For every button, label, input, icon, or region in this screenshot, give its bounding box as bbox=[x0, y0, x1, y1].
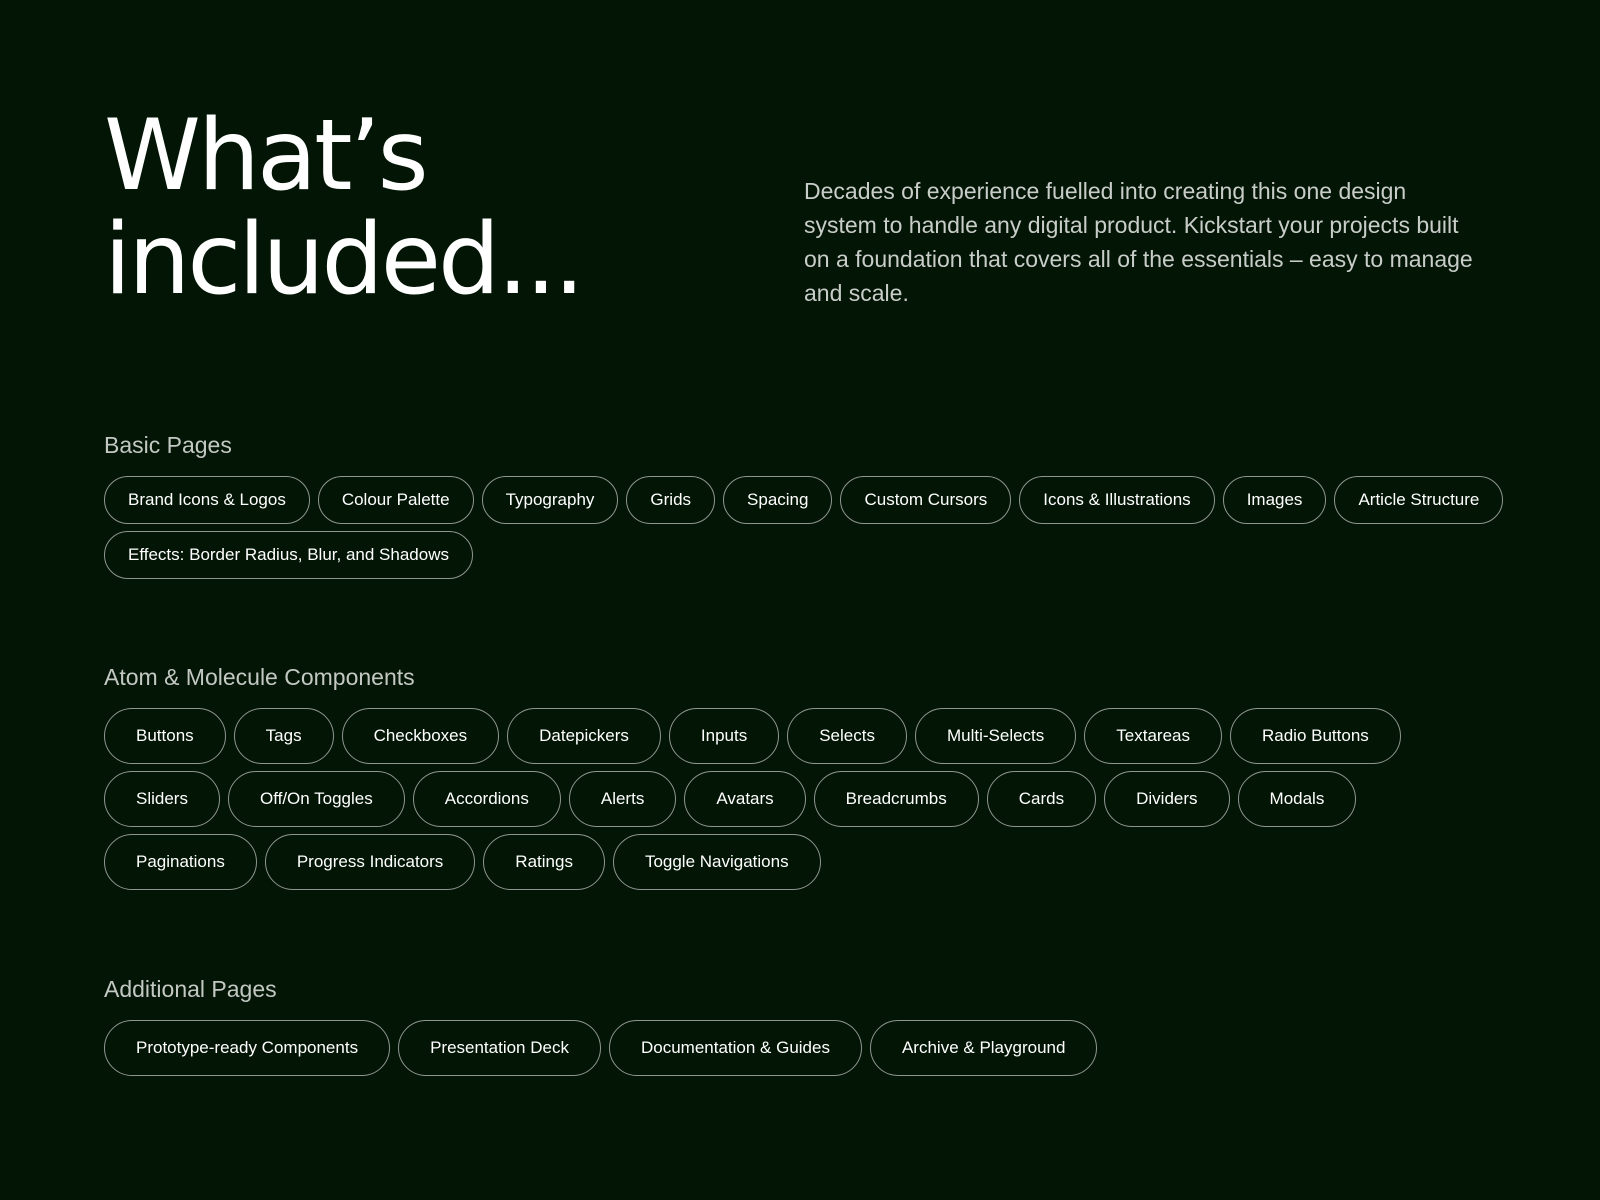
pill-tag[interactable]: Effects: Border Radius, Blur, and Shadow… bbox=[104, 531, 473, 579]
pill-tag[interactable]: Images bbox=[1222, 476, 1327, 524]
pill-tag[interactable]: Archive & Playground bbox=[869, 1020, 1098, 1076]
pill-tag[interactable]: Dividers bbox=[1104, 771, 1230, 827]
pill-tag[interactable]: Icons & Illustrations bbox=[1019, 476, 1215, 524]
pill-tag[interactable]: Selects bbox=[787, 708, 907, 764]
pill-tag[interactable]: Checkboxes bbox=[341, 708, 500, 764]
pill-tag[interactable]: Presentation Deck bbox=[398, 1020, 601, 1076]
pill-tag[interactable]: Article Structure bbox=[1334, 476, 1504, 524]
section-title-atom-molecule-components: Atom & Molecule Components bbox=[104, 664, 415, 690]
pill-tag[interactable]: Accordions bbox=[412, 771, 561, 827]
pill-tag[interactable]: Colour Palette bbox=[317, 476, 474, 524]
pill-tag[interactable]: Radio Buttons bbox=[1229, 708, 1401, 764]
section-additional-pages: Additional Pages Prototype-ready Compone… bbox=[104, 974, 1504, 1076]
pill-tag[interactable]: Multi-Selects bbox=[914, 708, 1077, 764]
pill-list-basic-pages: Brand Icons & Logos Colour Palette Typogra… bbox=[104, 476, 1504, 579]
pill-tag[interactable]: Cards bbox=[986, 771, 1097, 827]
pill-tag[interactable]: Modals bbox=[1237, 771, 1357, 827]
pill-tag[interactable]: Spacing bbox=[723, 476, 833, 524]
pill-tag[interactable]: Off/On Toggles bbox=[227, 771, 405, 827]
pill-tag[interactable]: Ratings bbox=[483, 834, 605, 890]
pill-tag[interactable]: Custom Cursors bbox=[840, 476, 1012, 524]
pill-tag[interactable]: Breadcrumbs bbox=[813, 771, 979, 827]
pill-tag[interactable]: Grids bbox=[626, 476, 716, 524]
pill-tag[interactable]: Inputs bbox=[668, 708, 780, 764]
section-atom-molecule-components: Atom & Molecule Components Buttons Tags Ch… bbox=[104, 662, 1504, 890]
pill-tag[interactable]: Datepickers bbox=[507, 708, 661, 764]
pill-tag[interactable]: Prototype-ready Components bbox=[104, 1020, 391, 1076]
pill-tag[interactable]: Typography bbox=[481, 476, 619, 524]
pill-tag[interactable]: Avatars bbox=[684, 771, 806, 827]
pill-list-additional-pages: Prototype-ready Components Presentation D… bbox=[104, 1020, 1504, 1076]
pill-tag[interactable]: Textareas bbox=[1084, 708, 1222, 764]
pill-list-atom-molecule-components: Buttons Tags Checkboxes Datepickers Inputs Se… bbox=[104, 708, 1504, 890]
section-title-basic-pages: Basic Pages bbox=[104, 432, 232, 458]
page-title-line-1: What’s bbox=[104, 99, 429, 213]
pill-tag[interactable]: Brand Icons & Logos bbox=[104, 476, 310, 524]
pill-tag[interactable]: Alerts bbox=[568, 771, 677, 827]
pill-tag[interactable]: Toggle Navigations bbox=[612, 834, 821, 890]
page-title: What’s included... bbox=[104, 104, 704, 312]
section-title-additional-pages: Additional Pages bbox=[104, 976, 277, 1002]
pill-tag[interactable]: Paginations bbox=[104, 834, 257, 890]
hero-description: Decades of experience fuelled into creat… bbox=[804, 178, 1473, 306]
pill-tag[interactable]: Progress Indicators bbox=[264, 834, 476, 890]
page-title-line-2: included... bbox=[104, 203, 585, 317]
pill-tag[interactable]: Sliders bbox=[104, 771, 220, 827]
pill-tag[interactable]: Tags bbox=[233, 708, 334, 764]
pill-tag[interactable]: Buttons bbox=[104, 708, 226, 764]
section-basic-pages: Basic Pages Brand Icons & Logos Colour Pa… bbox=[104, 430, 1504, 579]
pill-tag[interactable]: Documentation & Guides bbox=[608, 1020, 862, 1076]
